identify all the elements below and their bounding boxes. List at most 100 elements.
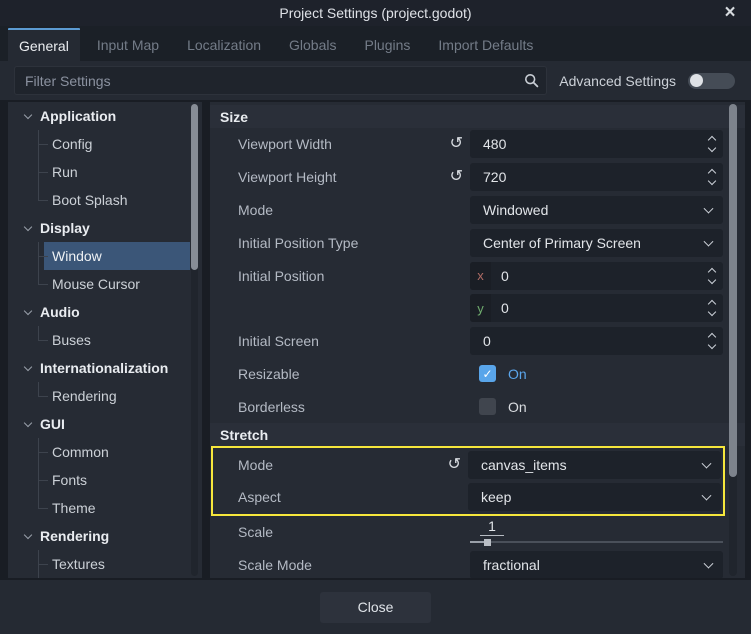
- sidebar-item-intl-rendering[interactable]: Rendering: [8, 382, 202, 410]
- borderless-checkbox[interactable]: [479, 398, 496, 415]
- property-label: Initial Position Type: [238, 235, 358, 251]
- spinner-icon[interactable]: [709, 170, 715, 184]
- field-value: Windowed: [470, 202, 548, 218]
- sidebar-item-label: Application: [40, 108, 116, 124]
- axis-x-badge: x: [470, 262, 491, 290]
- sidebar-scrollbar-thumb[interactable]: [191, 104, 198, 270]
- row-stretch-aspect: Aspect keep: [213, 481, 723, 514]
- sidebar-item-label: Mouse Cursor: [8, 270, 190, 298]
- chevron-down-icon: [704, 559, 714, 569]
- filter-input-wrap: [14, 66, 547, 95]
- viewport-height-spinbox[interactable]: 720: [470, 163, 723, 191]
- stretch-aspect-dropdown[interactable]: keep: [468, 483, 721, 511]
- scale-mode-dropdown[interactable]: fractional: [470, 551, 723, 578]
- row-stretch-mode: Mode↺ canvas_items: [213, 448, 723, 481]
- sidebar-item-window[interactable]: Window: [8, 242, 202, 270]
- row-resizable: Resizable ✓On: [210, 358, 745, 391]
- initial-position-x-spinbox[interactable]: x0: [470, 262, 723, 290]
- axis-y-badge: y: [470, 294, 491, 322]
- property-label: Scale Mode: [238, 557, 312, 573]
- sidebar-item-audio[interactable]: Audio: [8, 298, 202, 326]
- property-label: Borderless: [238, 399, 305, 415]
- tab-import-defaults[interactable]: Import Defaults: [427, 28, 544, 61]
- sidebar-item-gui[interactable]: GUI: [8, 410, 202, 438]
- tab-globals[interactable]: Globals: [278, 28, 347, 61]
- sidebar-item-label: Config: [8, 130, 190, 158]
- sidebar-item-rendering[interactable]: Rendering: [8, 522, 202, 550]
- field-value: Center of Primary Screen: [470, 235, 641, 251]
- property-label: Scale: [238, 524, 273, 540]
- sidebar-item-application[interactable]: Application: [8, 102, 202, 130]
- row-initial-position-y: y0: [210, 292, 745, 325]
- title-bar: Project Settings (project.godot) ×: [0, 0, 751, 26]
- slider-thumb[interactable]: [484, 539, 491, 546]
- sidebar-item-label: Rendering: [8, 382, 190, 410]
- sidebar-item-internationalization[interactable]: Internationalization: [8, 354, 202, 382]
- spinner-icon[interactable]: [709, 269, 715, 283]
- property-label: Initial Screen: [238, 333, 319, 349]
- revert-icon[interactable]: ↺: [448, 457, 461, 473]
- sidebar-item-common[interactable]: Common: [8, 438, 202, 466]
- sidebar-item-label: Fonts: [8, 466, 190, 494]
- field-value: 480: [470, 136, 506, 152]
- initial-position-y-spinbox[interactable]: y0: [470, 294, 723, 322]
- row-viewport-width: Viewport Width↺ 480: [210, 128, 745, 161]
- sidebar-item-label: Rendering: [40, 528, 109, 544]
- close-icon[interactable]: ×: [717, 0, 743, 26]
- initial-position-type-dropdown[interactable]: Center of Primary Screen: [470, 229, 723, 257]
- sidebar-item-buses[interactable]: Buses: [8, 326, 202, 354]
- chevron-down-icon: [24, 362, 32, 370]
- close-button[interactable]: Close: [320, 592, 431, 623]
- row-borderless: Borderless On: [210, 390, 745, 423]
- sidebar-item-textures[interactable]: Textures: [8, 550, 202, 578]
- tab-plugins[interactable]: Plugins: [353, 28, 421, 61]
- tab-label: General: [19, 38, 69, 54]
- chevron-down-icon: [704, 236, 714, 246]
- field-value: fractional: [470, 557, 540, 573]
- field-value: 720: [470, 169, 506, 185]
- search-input[interactable]: [14, 66, 547, 95]
- toggle-knob: [690, 74, 703, 87]
- sidebar-item-fonts[interactable]: Fonts: [8, 466, 202, 494]
- sidebar-item-boot-splash[interactable]: Boot Splash: [8, 186, 202, 214]
- property-label: Initial Position: [238, 268, 324, 284]
- scale-slider[interactable]: [470, 538, 723, 546]
- spinner-icon[interactable]: [709, 301, 715, 315]
- sidebar-item-run[interactable]: Run: [8, 158, 202, 186]
- tab-label: Input Map: [97, 37, 159, 53]
- revert-icon[interactable]: ↺: [450, 136, 463, 152]
- dialog-footer: Close: [0, 580, 751, 634]
- tab-input-map[interactable]: Input Map: [86, 28, 170, 61]
- chevron-down-icon: [24, 530, 32, 538]
- field-value: 0: [491, 300, 509, 316]
- tab-general[interactable]: General: [8, 28, 80, 61]
- checkbox-state-label: On: [508, 366, 527, 382]
- row-stretch-scale: Scale 1: [210, 516, 745, 549]
- scale-value[interactable]: 1: [480, 518, 504, 536]
- stretch-mode-dropdown[interactable]: canvas_items: [468, 451, 721, 479]
- viewport-width-spinbox[interactable]: 480: [470, 130, 723, 158]
- property-label: Viewport Height: [238, 169, 337, 185]
- advanced-settings-toggle[interactable]: [688, 73, 735, 89]
- sidebar-item-config[interactable]: Config: [8, 130, 202, 158]
- sidebar-item-mouse-cursor[interactable]: Mouse Cursor: [8, 270, 202, 298]
- spinner-icon[interactable]: [709, 334, 715, 348]
- filter-row: Advanced Settings: [0, 61, 751, 100]
- spinner-icon[interactable]: [709, 137, 715, 151]
- sidebar-item-display[interactable]: Display: [8, 214, 202, 242]
- field-value: 0: [470, 333, 491, 349]
- sidebar-item-label: Audio: [40, 304, 80, 320]
- sidebar-item-label: Textures: [8, 550, 190, 578]
- sidebar-item-label: Boot Splash: [8, 186, 190, 214]
- property-label: Aspect: [238, 489, 281, 505]
- initial-screen-spinbox[interactable]: 0: [470, 327, 723, 355]
- tab-localization[interactable]: Localization: [176, 28, 272, 61]
- revert-icon[interactable]: ↺: [450, 169, 463, 185]
- window-mode-dropdown[interactable]: Windowed: [470, 196, 723, 224]
- resizable-checkbox[interactable]: ✓: [479, 365, 496, 382]
- chevron-down-icon: [24, 418, 32, 426]
- settings-panel: Size Viewport Width↺ 480 Viewport Height…: [210, 102, 745, 578]
- settings-scrollbar-thumb[interactable]: [729, 104, 737, 477]
- sidebar-item-theme[interactable]: Theme: [8, 494, 202, 522]
- highlight-box: Mode↺ canvas_items Aspect keep: [211, 446, 725, 516]
